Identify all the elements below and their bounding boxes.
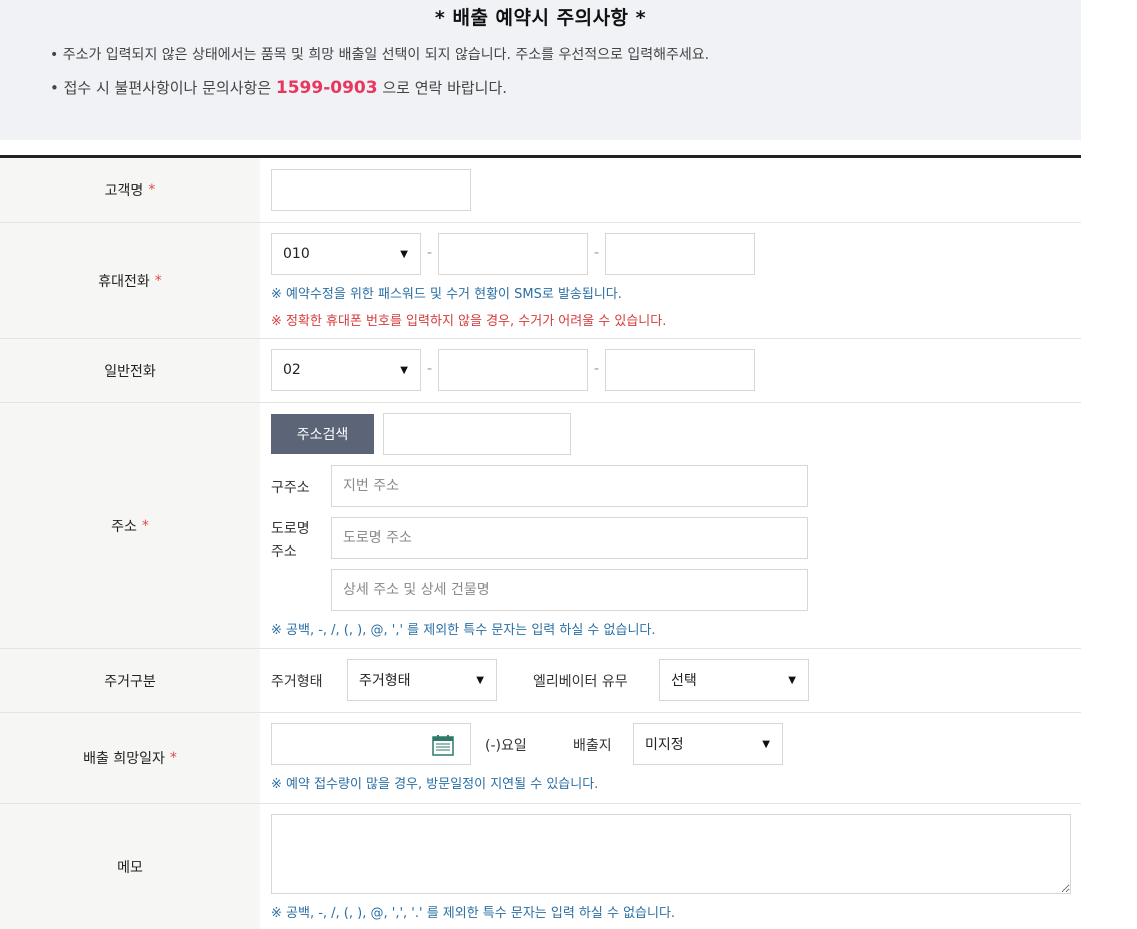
pickup-date-input[interactable] (271, 723, 471, 765)
address-label: 주소 * (0, 403, 260, 648)
residence-label-text: 주거구분 (104, 673, 156, 690)
residence-type-label: 주거형태 (271, 674, 323, 690)
address-label-text: 주소 (111, 518, 137, 535)
road-address-input[interactable] (331, 517, 808, 559)
road-address-label-line2: 주소 (271, 544, 297, 560)
residence-label: 주거구분 (0, 649, 260, 712)
elevator-label: 엘리베이터 유무 (533, 674, 628, 690)
memo-label-text: 메모 (117, 859, 143, 876)
row-address: 주소* 주소검색 구주소 도로명 주소 ※ 공백, -, /, (, ), @,… (0, 403, 1081, 649)
phone-dash: - (427, 245, 433, 261)
old-address-input[interactable] (331, 465, 808, 507)
address-field-cell: 주소검색 구주소 도로명 주소 ※ 공백, -, /, (, ), @, ','… (260, 403, 1081, 648)
required-mark: * (148, 182, 156, 198)
customer-name-label: 고객명 * (0, 158, 260, 222)
triangle-down-icon: ▼ (476, 675, 484, 686)
notice-contact-suffix: 으로 연락 바랍니다. (377, 79, 508, 97)
old-address-label: 구주소 (271, 480, 310, 496)
memo-textarea[interactable] (271, 814, 1071, 894)
pickup-delay-note: ※ 예약 접수량이 많을 경우, 방문일정이 지연될 수 있습니다. (271, 777, 599, 792)
calendar-icon[interactable] (432, 734, 454, 756)
landline-middle-input[interactable] (438, 349, 588, 391)
triangle-down-icon: ▼ (400, 365, 408, 376)
detail-address-input[interactable] (331, 569, 808, 611)
road-address-label-line1: 도로명 (271, 521, 310, 537)
row-residence: 주거구분 주거형태 주거형태 ▼ 엘리베이터 유무 선택 ▼ (0, 649, 1081, 713)
row-landline: 일반전화 02 ▼ - - (0, 339, 1081, 403)
triangle-down-icon: ▼ (400, 249, 408, 260)
residence-type-select[interactable]: 주거형태 ▼ (347, 659, 497, 701)
mobile-middle-input[interactable] (438, 233, 588, 275)
landline-label: 일반전화 (0, 339, 260, 402)
mobile-prefix-value: 010 (283, 246, 310, 262)
pickup-place-value: 미지정 (645, 737, 684, 753)
address-special-char-note: ※ 공백, -, /, (, ), @, ',' 를 제외한 특수 문자는 입력… (271, 623, 656, 638)
address-search-button[interactable]: 주소검색 (271, 414, 374, 454)
pickup-place-select[interactable]: 미지정 ▼ (633, 723, 783, 765)
memo-special-char-note: ※ 공백, -, /, (, ), @, ',', '.' 를 제외한 특수 문… (271, 906, 676, 921)
notice-line-contact: • 접수 시 불편사항이나 문의사항은 1599-0903 으로 연락 바랍니다… (50, 77, 507, 98)
mobile-phone-field-cell: 010 ▼ - - ※ 예약수정을 위한 패스워드 및 수거 현황이 SMS로 발… (260, 223, 1081, 338)
pickup-weekday: (-)요일 (485, 738, 527, 754)
landline-last-input[interactable] (605, 349, 755, 391)
memo-label: 메모 (0, 804, 260, 929)
landline-prefix-value: 02 (283, 362, 301, 378)
triangle-down-icon: ▼ (788, 675, 796, 686)
phone-dash: - (427, 361, 433, 377)
triangle-down-icon: ▼ (762, 739, 770, 750)
notice-line-address: • 주소가 입력되지 않은 상태에서는 품목 및 희망 배출일 선택이 되지 않… (50, 47, 710, 63)
phone-dash: - (594, 245, 600, 261)
required-mark: * (141, 517, 149, 534)
mobile-phone-label: 휴대전화 * (0, 223, 260, 338)
row-mobile-phone: 휴대전화 * 010 ▼ - - ※ 예약수정을 위한 패스워드 및 수거 현황이 … (0, 223, 1081, 339)
memo-field-cell: ※ 공백, -, /, (, ), @, ',', '.' 를 제외한 특수 문… (260, 804, 1081, 929)
reservation-form: 고객명 * 휴대전화 * 010 ▼ - - ※ 예약수정을 위한 패스워드 및 수거… (0, 155, 1081, 929)
pickup-date-label: 배출 희망일자 * (0, 713, 260, 803)
elevator-value: 선택 (671, 673, 697, 689)
required-mark: * (169, 750, 177, 766)
zipcode-input[interactable] (383, 413, 571, 455)
mobile-warning-note: ※ 정확한 휴대폰 번호를 입력하지 않을 경우, 수거가 어려울 수 있습니다… (271, 314, 667, 329)
notice-box: * 배출 예약시 주의사항 * • 주소가 입력되지 않은 상태에서는 품목 및… (0, 0, 1081, 140)
row-memo: 메모 ※ 공백, -, /, (, ), @, ',', '.' 를 제외한 특… (0, 804, 1081, 929)
pickup-date-label-text: 배출 희망일자 (83, 751, 165, 767)
pickup-date-field-cell: (-)요일 배출지 미지정 ▼ ※ 예약 접수량이 많을 경우, 방문일정이 지연… (260, 713, 1081, 803)
pickup-place-label: 배출지 (573, 738, 612, 754)
row-customer-name: 고객명 * (0, 158, 1081, 223)
customer-name-label-text: 고객명 (104, 183, 144, 199)
notice-contact-prefix: • 접수 시 불편사항이나 문의사항은 (50, 79, 276, 97)
mobile-prefix-select[interactable]: 010 ▼ (271, 233, 421, 275)
mobile-sms-note: ※ 예약수정을 위한 패스워드 및 수거 현황이 SMS로 발송됩니다. (271, 287, 622, 302)
landline-prefix-select[interactable]: 02 ▼ (271, 349, 421, 391)
landline-field-cell: 02 ▼ - - (260, 339, 1081, 402)
residence-type-value: 주거형태 (359, 673, 411, 689)
residence-field-cell: 주거형태 주거형태 ▼ 엘리베이터 유무 선택 ▼ (260, 649, 1081, 712)
row-pickup-date: 배출 희망일자 * (-)요일 배출지 미지정 ▼ ※ 예약 접수량이 많을 경우,… (0, 713, 1081, 804)
contact-phone-number: 1599-0903 (275, 78, 378, 98)
mobile-phone-label-text: 휴대전화 (98, 273, 150, 290)
customer-name-input[interactable] (271, 169, 471, 211)
landline-label-text: 일반전화 (104, 363, 156, 380)
phone-dash: - (594, 361, 600, 377)
notice-title: * 배출 예약시 주의사항 * (434, 7, 647, 29)
customer-name-field-cell (260, 158, 1081, 222)
elevator-select[interactable]: 선택 ▼ (659, 659, 809, 701)
mobile-last-input[interactable] (605, 233, 755, 275)
required-mark: * (154, 272, 162, 289)
